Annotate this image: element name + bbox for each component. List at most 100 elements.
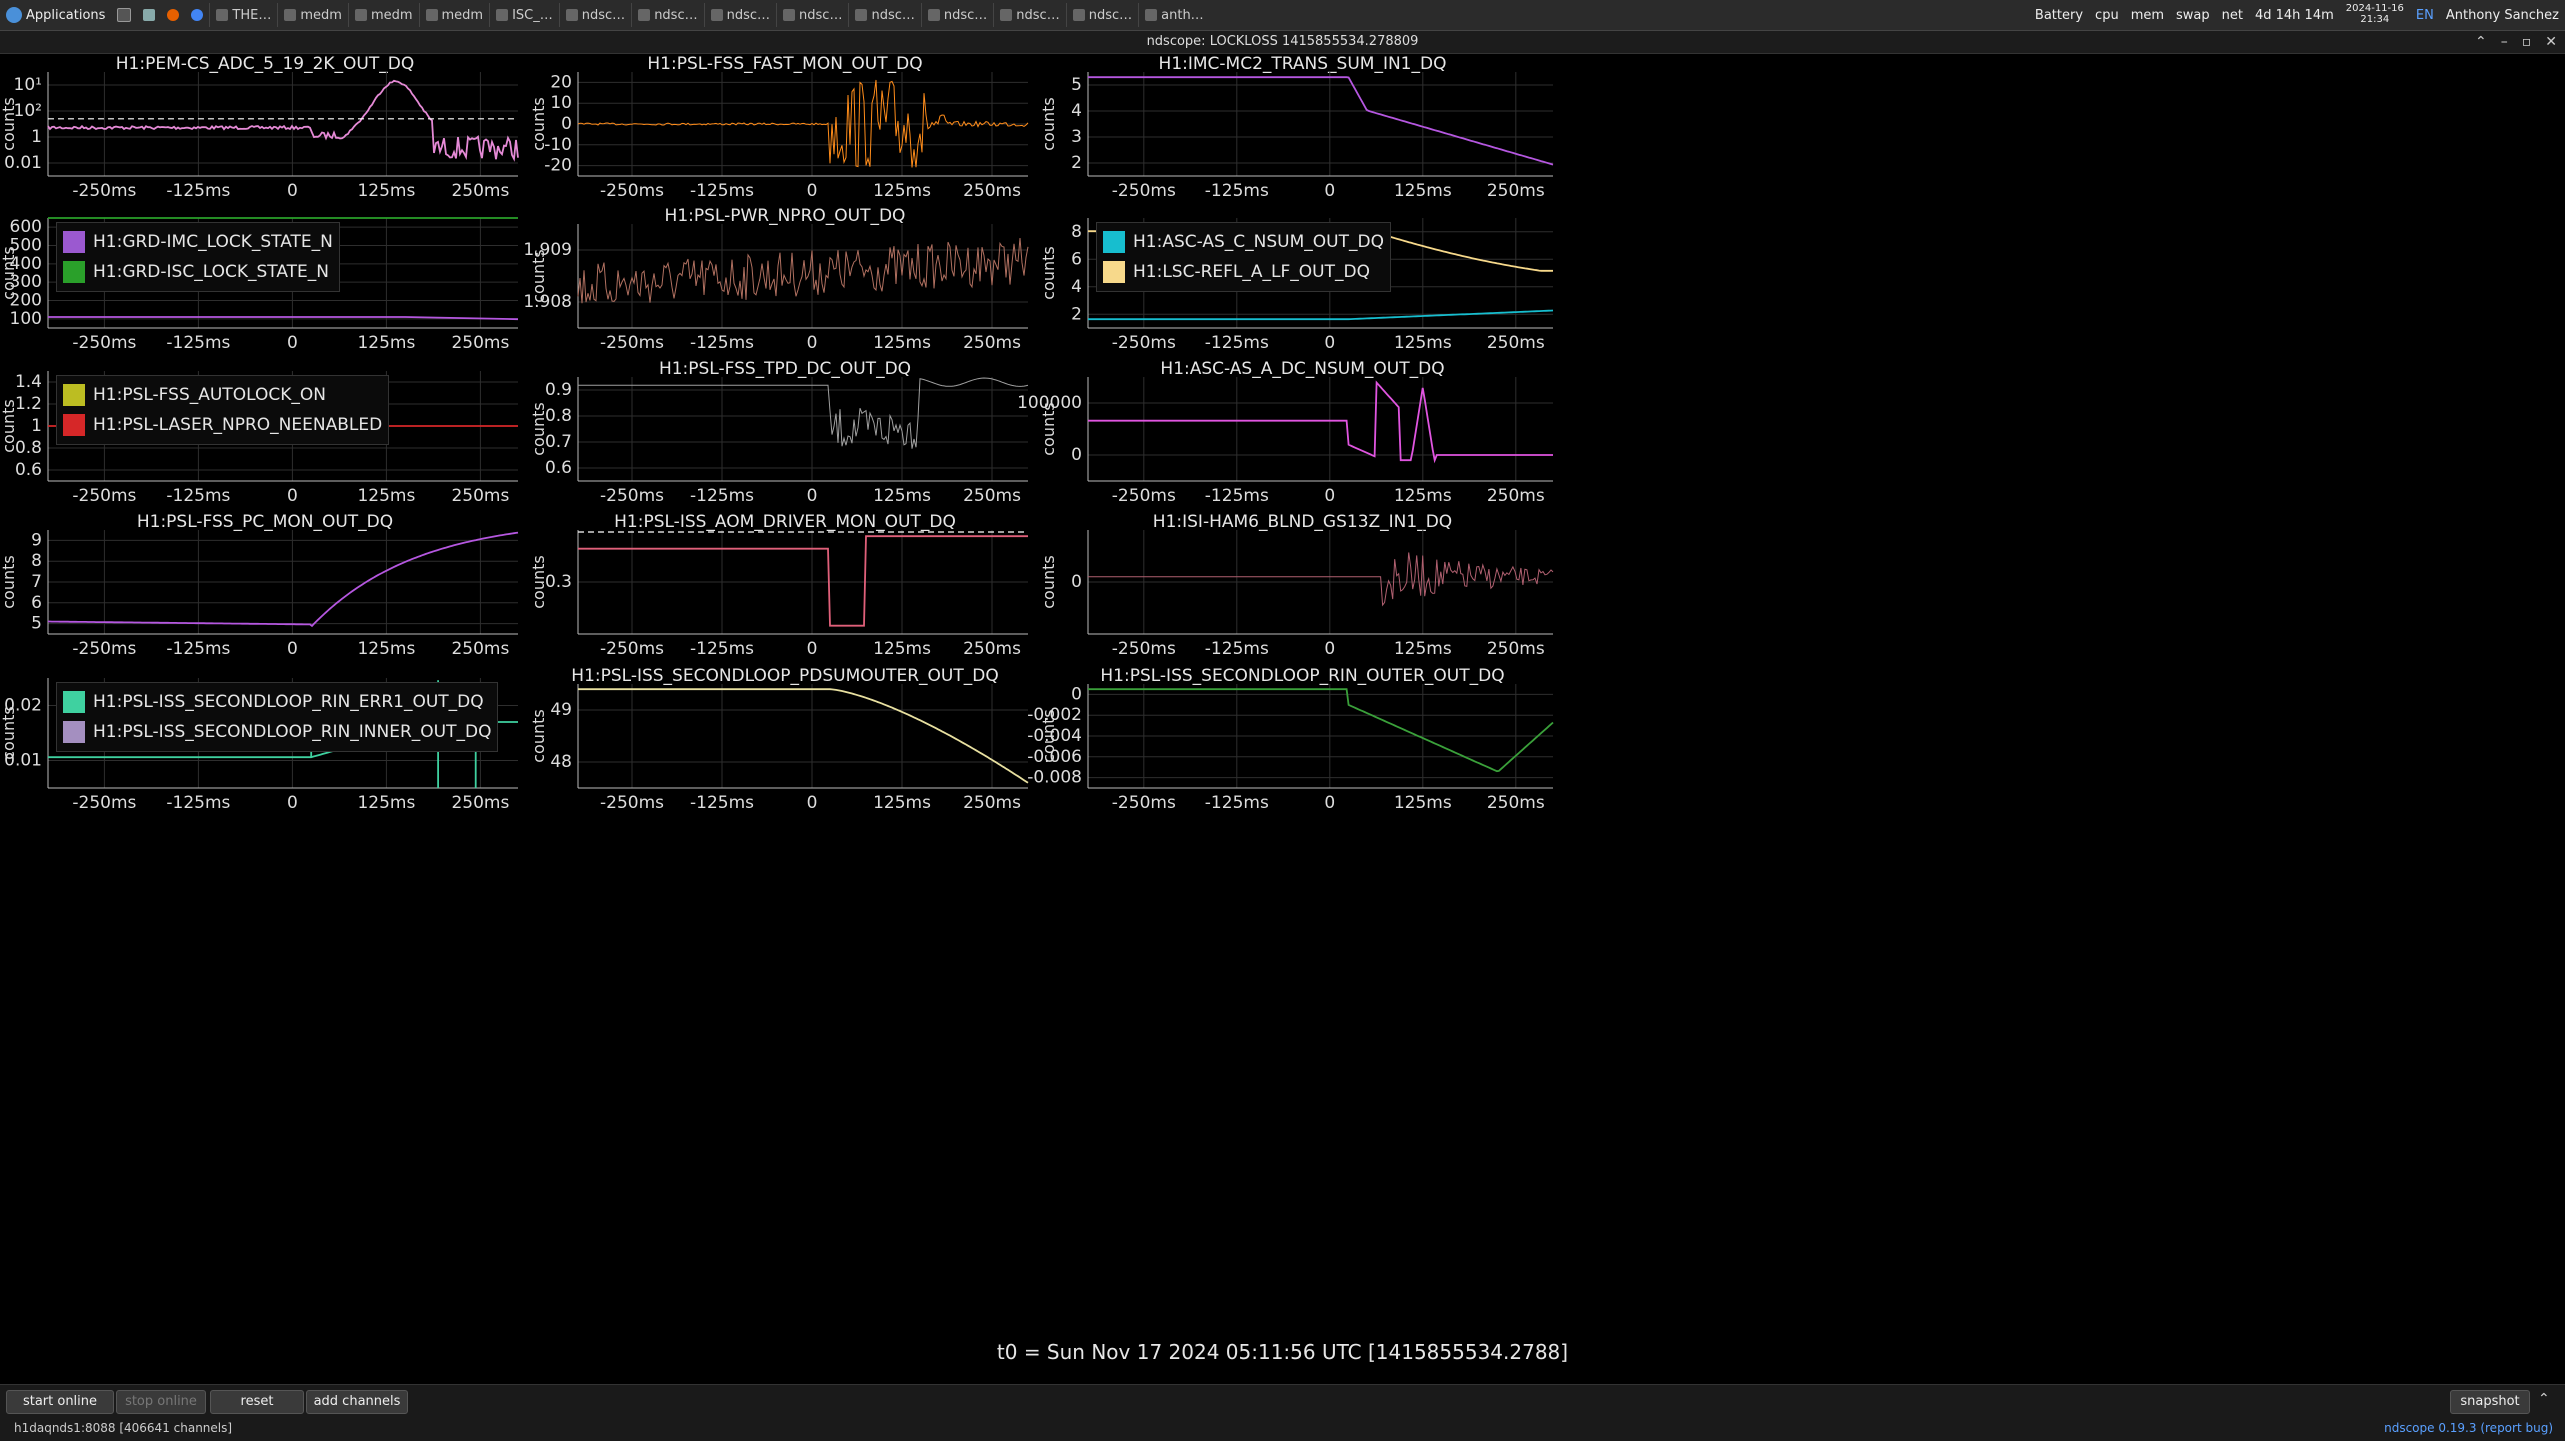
y-axis-label: counts (529, 555, 548, 608)
report-bug-link[interactable]: (report bug) (2480, 1421, 2553, 1435)
plot-canvas[interactable]: -250ms -125ms 0 125ms 250ms 49 48counts (529, 666, 1040, 816)
x-tick-label: 125ms (357, 333, 415, 353)
plot-panel[interactable]: H1:IMC-MC2_TRANS_SUM_IN1_DQ -250ms -125ms 0… (1039, 54, 1565, 204)
plot-legend[interactable]: H1:PSL-FSS_AUTOLOCK_ON H1:PSL-LASER_NPRO_… (56, 375, 390, 445)
plot-canvas[interactable]: -250ms -125ms 0 125ms 250ms 0.9 0.8 0.7 0.6 count… (529, 359, 1040, 509)
plot-panel[interactable]: -250ms -125ms 0 125ms 250ms 600 500 400 300 200 10… (0, 206, 530, 356)
plot-canvas[interactable]: -250ms -125ms 0 125ms 250ms 0.3counts (529, 512, 1040, 662)
plot-panel[interactable]: H1:PEM-CS_ADC_5_19_2K_OUT_DQ -250ms -125ms… (0, 54, 530, 204)
plot-panel[interactable]: -250ms -125ms 0 125ms 250ms 1.4 1.2 1 0.8 0.6 coun… (0, 359, 530, 509)
plot-panel[interactable]: H1:PSL-FSS_FAST_MON_OUT_DQ -250ms -125ms 0 1… (529, 54, 1040, 204)
swap-label: swap (2176, 7, 2210, 23)
y-tick-label: 0 (1071, 445, 1082, 465)
plot-canvas[interactable]: -250ms -125ms 0 125ms 250ms 98765 counts (0, 512, 530, 662)
applications-menu[interactable]: Applications (0, 3, 111, 27)
legend-item[interactable]: H1:GRD-ISC_LOCK_STATE_N (63, 257, 333, 287)
legend-label: H1:GRD-ISC_LOCK_STATE_N (93, 262, 329, 282)
taskbar-window-1[interactable]: medm (277, 3, 348, 27)
y-tick-label: 600 (10, 217, 42, 237)
y-tick-label: 3 (1071, 127, 1082, 147)
x-tick-label: 125ms (357, 793, 415, 813)
plot-grid[interactable]: H1:PEM-CS_ADC_5_19_2K_OUT_DQ -250ms -125ms… (0, 54, 2565, 1384)
legend-item[interactable]: H1:PSL-ISS_SECONDLOOP_RIN_INNER_OUT_DQ (63, 717, 491, 747)
chevron-up-icon[interactable]: ⌃ (2475, 31, 2487, 53)
window-icon (565, 9, 578, 21)
legend-item[interactable]: H1:PSL-ISS_SECONDLOOP_RIN_ERR1_OUT_DQ (63, 687, 491, 717)
plot-panel[interactable]: -250ms -125ms 0 125ms 250ms 8 6 4 2 counts H1:ASC-… (1039, 206, 1565, 356)
x-tick-label: 250ms (451, 333, 509, 353)
plot-canvas[interactable]: -250ms -125ms 0 125ms 250ms20100-10-20counts (529, 54, 1040, 204)
minimize-icon[interactable]: – (2501, 31, 2508, 53)
taskbar-window-9[interactable]: ndsc… (848, 3, 920, 27)
plot-canvas[interactable]: -250ms -125ms 0 125ms 250ms0-0.002-0.004-0.0… (1027, 666, 1565, 816)
x-tick-label: 0 (807, 486, 818, 506)
plot-legend[interactable]: H1:ASC-AS_C_NSUM_OUT_DQ H1:LSC-REFL_A_LF_… (1096, 222, 1391, 292)
launcher-files[interactable] (137, 3, 161, 27)
x-tick-label: 125ms (357, 639, 415, 659)
plot-panel[interactable]: H1:PSL-FSS_PC_MON_OUT_DQ -250ms -125ms 0 125… (0, 512, 530, 662)
tray-clock[interactable]: 2024-11-16 21:34 (2340, 3, 2410, 27)
taskbar-window-4[interactable]: ISC_… (489, 3, 559, 27)
taskbar-window-8[interactable]: ndsc… (776, 3, 848, 27)
server-status: h1daqnds1:8088 [406641 channels] (14, 1421, 233, 1435)
legend-item[interactable]: H1:LSC-REFL_A_LF_OUT_DQ (1103, 257, 1384, 287)
snapshot-button[interactable]: snapshot (2450, 1390, 2530, 1414)
reset-button[interactable]: reset (210, 1390, 304, 1414)
plot-panel[interactable]: H1:PSL-ISS_AOM_DRIVER_MON_OUT_DQ -250ms -1… (529, 512, 1040, 662)
plot-panel[interactable]: H1:PSL-FSS_TPD_DC_OUT_DQ -250ms -125ms 0 125… (529, 359, 1040, 509)
taskbar-window-10[interactable]: ndsc… (920, 3, 993, 27)
taskbar-window-3[interactable]: medm (418, 3, 490, 27)
x-tick-label: 250ms (1487, 333, 1545, 353)
plot-panel[interactable]: H1:PSL-ISS_SECONDLOOP_PDSUMOUTER_OUT_DQ -… (529, 666, 1040, 816)
taskbar-window-13[interactable]: anth… (1138, 3, 1210, 27)
x-tick-label: -250ms (1112, 181, 1176, 201)
launcher-terminal[interactable] (111, 3, 137, 27)
plot-canvas[interactable]: -250ms -125ms 0 125ms 250ms1000000counts (1017, 359, 1565, 509)
x-tick-label: 0 (1324, 333, 1335, 353)
plot-canvas[interactable]: -250ms -125ms 0 125ms 250ms 5 4 3 2 counts (1039, 54, 1565, 204)
y-axis-label: counts (529, 709, 548, 762)
net-label: net (2221, 7, 2243, 23)
tray-user[interactable]: Anthony Sanchez (2440, 3, 2565, 27)
trace-line (48, 531, 519, 628)
taskbar-window-7[interactable]: ndsc… (703, 3, 776, 27)
tray-battery[interactable]: Battery (2029, 3, 2089, 27)
legend-item[interactable]: H1:PSL-LASER_NPRO_NEENABLED (63, 410, 382, 440)
taskbar-window-2[interactable]: medm (347, 3, 419, 27)
plot-legend[interactable]: H1:GRD-IMC_LOCK_STATE_N H1:GRD-ISC_LOCK_S… (56, 222, 340, 292)
taskbar-window-11[interactable]: ndsc… (993, 3, 1065, 27)
chevron-up-icon[interactable]: ⌃ (2538, 1391, 2550, 1407)
plot-canvas[interactable]: -250ms -125ms 0 125ms 250ms10¹10²10.01counts (0, 54, 530, 204)
x-tick-label: -250ms (600, 486, 664, 506)
taskbar-window-6[interactable]: ndsc… (631, 3, 703, 27)
plot-legend[interactable]: H1:PSL-ISS_SECONDLOOP_RIN_ERR1_OUT_DQ H1:… (56, 682, 499, 752)
y-tick-label: 8 (31, 551, 42, 571)
plot-panel[interactable]: H1:PSL-ISS_SECONDLOOP_RIN_OUTER_OUT_DQ -2… (1027, 666, 1565, 816)
legend-item[interactable]: H1:PSL-FSS_AUTOLOCK_ON (63, 380, 382, 410)
x-tick-label: 125ms (1394, 639, 1452, 659)
taskbar-window-5[interactable]: ndsc… (558, 3, 631, 27)
taskbar-window-0[interactable]: THE… (209, 3, 277, 27)
plot-panel[interactable]: H1:ASC-AS_A_DC_NSUM_OUT_DQ -250ms -125ms 0 1… (1017, 359, 1565, 509)
plot-panel[interactable]: H1:PSL-PWR_NPRO_OUT_DQ -250ms -125ms 0 125ms… (523, 206, 1040, 356)
plot-canvas[interactable]: -250ms -125ms 0 125ms 250ms1.9091.908counts (523, 206, 1040, 356)
taskbar-window-12[interactable]: ndsc… (1065, 3, 1138, 27)
start-online-button[interactable]: start online (6, 1390, 114, 1414)
window-titlebar: ndscope: LOCKLOSS 1415855534.278809 ⌃ – … (0, 31, 2565, 54)
version-link[interactable]: ndscope 0.19.3 (2384, 1421, 2476, 1435)
maximize-icon[interactable]: ▫ (2522, 31, 2532, 53)
legend-label: H1:GRD-IMC_LOCK_STATE_N (93, 232, 333, 252)
legend-item[interactable]: H1:ASC-AS_C_NSUM_OUT_DQ (1103, 227, 1384, 257)
tray-lang[interactable]: EN (2410, 3, 2440, 27)
plot-canvas[interactable]: -250ms -125ms 0 125ms 250ms 0 counts (1039, 512, 1565, 662)
window-icon (354, 9, 367, 21)
plot-panel[interactable]: H1:ISI-HAM6_BLND_GS13Z_IN1_DQ -250ms -125m… (1039, 512, 1565, 662)
x-tick-label: -250ms (72, 486, 136, 506)
add-channels-button[interactable]: add channels (306, 1390, 408, 1414)
launcher-firefox[interactable] (161, 3, 185, 27)
legend-item[interactable]: H1:GRD-IMC_LOCK_STATE_N (63, 227, 333, 257)
launcher-chrome[interactable] (185, 3, 209, 27)
close-icon[interactable]: ✕ (2545, 31, 2557, 53)
plot-panel[interactable]: -250ms -125ms 0 125ms 250ms 0.02 0.01 counts H1:… (0, 666, 530, 816)
version-links[interactable]: ndscope 0.19.3 (report bug) (2384, 1421, 2553, 1435)
